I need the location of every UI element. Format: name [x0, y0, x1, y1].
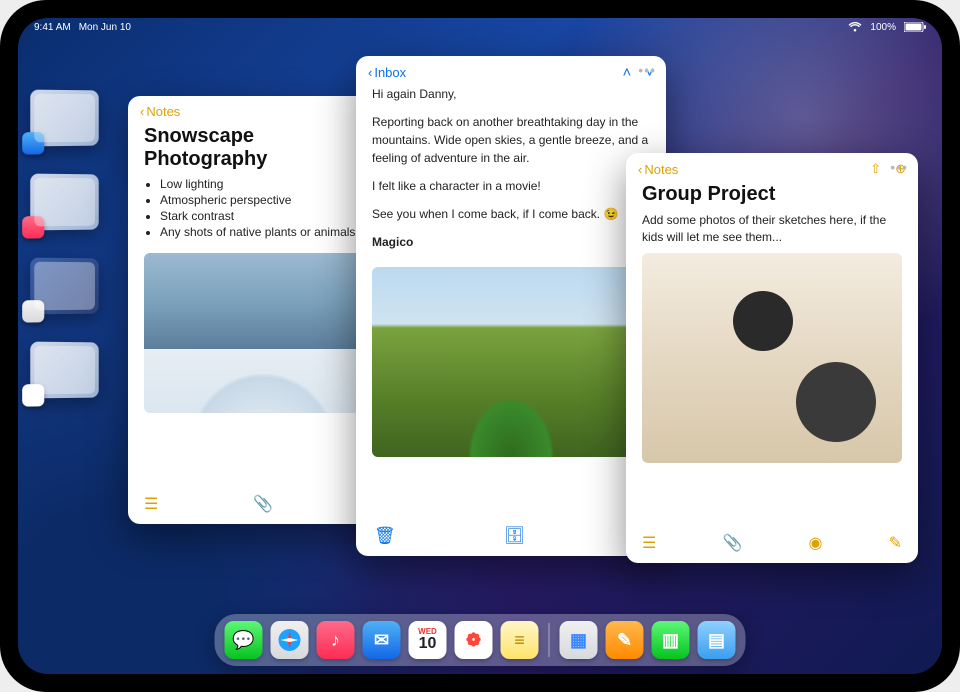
status-bar: 9:41 AM Mon Jun 10 100% — [18, 18, 942, 36]
chevron-left-icon: ‹ — [140, 104, 144, 119]
notes-window-group-project[interactable]: ••• ‹ Notes ⇧ ⊕ Group Project Add some p… — [626, 153, 918, 563]
archive-icon[interactable]: 🗄 — [504, 526, 526, 546]
stage-thumb-4[interactable] — [30, 342, 98, 399]
share-icon[interactable]: ⇧ — [870, 161, 881, 177]
attachment-icon[interactable]: 📎 — [253, 494, 273, 514]
mail-window[interactable]: ••• ‹ Inbox ˄ ˅ Hi again Danny, Reportin… — [356, 56, 666, 556]
files-icon — [22, 300, 44, 323]
window-menu-icon[interactable]: ••• — [638, 62, 656, 78]
dock: 💬 ♪ ✉ WED 10 ❁ ≡ ▦ ✎ ▥ ▤ — [215, 614, 746, 666]
note-title: Group Project — [626, 179, 918, 212]
dock-app-safari[interactable] — [271, 621, 309, 659]
dock-app-messages[interactable]: 💬 — [225, 621, 263, 659]
list-item: Atmospheric perspective — [160, 193, 382, 207]
stage-thumb-1[interactable] — [30, 90, 98, 147]
compose-icon[interactable]: ✎ — [889, 533, 902, 553]
ipad-device-frame: 9:41 AM Mon Jun 10 100% — [0, 0, 960, 692]
checklist-icon[interactable]: ☰ — [144, 494, 158, 514]
note-body: Add some photos of their sketches here, … — [626, 212, 918, 247]
dock-app-photos[interactable]: ❁ — [455, 621, 493, 659]
note-image — [642, 253, 902, 463]
status-date: Mon Jun 10 — [79, 22, 131, 33]
status-time: 9:41 AM — [34, 22, 71, 33]
mail-paragraph: See you when I come back, if I come back… — [372, 205, 650, 223]
dock-separator — [549, 623, 550, 657]
mail-attachment-image — [372, 267, 650, 457]
dock-app-mail[interactable]: ✉ — [363, 621, 401, 659]
notes-back-button[interactable]: ‹ Notes — [638, 162, 678, 177]
note-image — [144, 253, 382, 413]
dock-app-freeform[interactable]: ▦ — [560, 621, 598, 659]
previous-message-icon[interactable]: ˄ — [622, 64, 631, 81]
list-item: Any shots of native plants or animals — [160, 225, 382, 239]
chevron-left-icon: ‹ — [638, 162, 642, 177]
notes-back-button[interactable]: ‹ Notes — [140, 104, 180, 119]
draw-icon[interactable]: ◉ — [808, 533, 822, 553]
dock-app-calendar[interactable]: WED 10 — [409, 621, 447, 659]
dock-app-files[interactable]: ▤ — [698, 621, 736, 659]
stage-thumb-3[interactable] — [30, 258, 98, 315]
list-item: Low lighting — [160, 177, 382, 191]
mail-signature: Magico — [372, 233, 650, 251]
attachment-icon[interactable]: 📎 — [722, 533, 742, 553]
screen: 9:41 AM Mon Jun 10 100% — [18, 18, 942, 674]
mail-greeting: Hi again Danny, — [372, 85, 650, 103]
mail-body: Hi again Danny, Reporting back on anothe… — [356, 85, 666, 261]
music-icon — [22, 216, 44, 239]
dock-app-music[interactable]: ♪ — [317, 621, 355, 659]
dock-app-notes[interactable]: ≡ — [501, 621, 539, 659]
wifi-icon — [848, 22, 862, 32]
chevron-left-icon: ‹ — [368, 65, 372, 80]
battery-percent: 100% — [870, 22, 896, 33]
mail-paragraph: Reporting back on another breathtaking d… — [372, 113, 650, 167]
mail-toolbar: 🗑 🗄 ↩ — [356, 520, 666, 556]
window-menu-icon[interactable]: ••• — [890, 159, 908, 175]
mail-paragraph: I felt like a character in a movie! — [372, 177, 650, 195]
stage-manager-strip — [30, 90, 100, 398]
battery-icon — [904, 22, 926, 32]
mail-back-button[interactable]: ‹ Inbox — [368, 65, 406, 80]
mail-icon — [22, 132, 44, 155]
list-item: Stark contrast — [160, 209, 382, 223]
photos-icon — [22, 384, 44, 407]
notes-toolbar: ☰ 📎 ◉ ✎ — [626, 527, 918, 563]
dock-app-numbers[interactable]: ▥ — [652, 621, 690, 659]
checklist-icon[interactable]: ☰ — [642, 533, 656, 553]
dock-app-pages[interactable]: ✎ — [606, 621, 644, 659]
notes-back-label: Notes — [146, 104, 180, 119]
calendar-day: 10 — [419, 636, 437, 652]
trash-icon[interactable]: 🗑 — [374, 526, 396, 546]
notes-back-label: Notes — [644, 162, 678, 177]
stage-thumb-2[interactable] — [30, 174, 98, 231]
mail-back-label: Inbox — [374, 65, 406, 80]
